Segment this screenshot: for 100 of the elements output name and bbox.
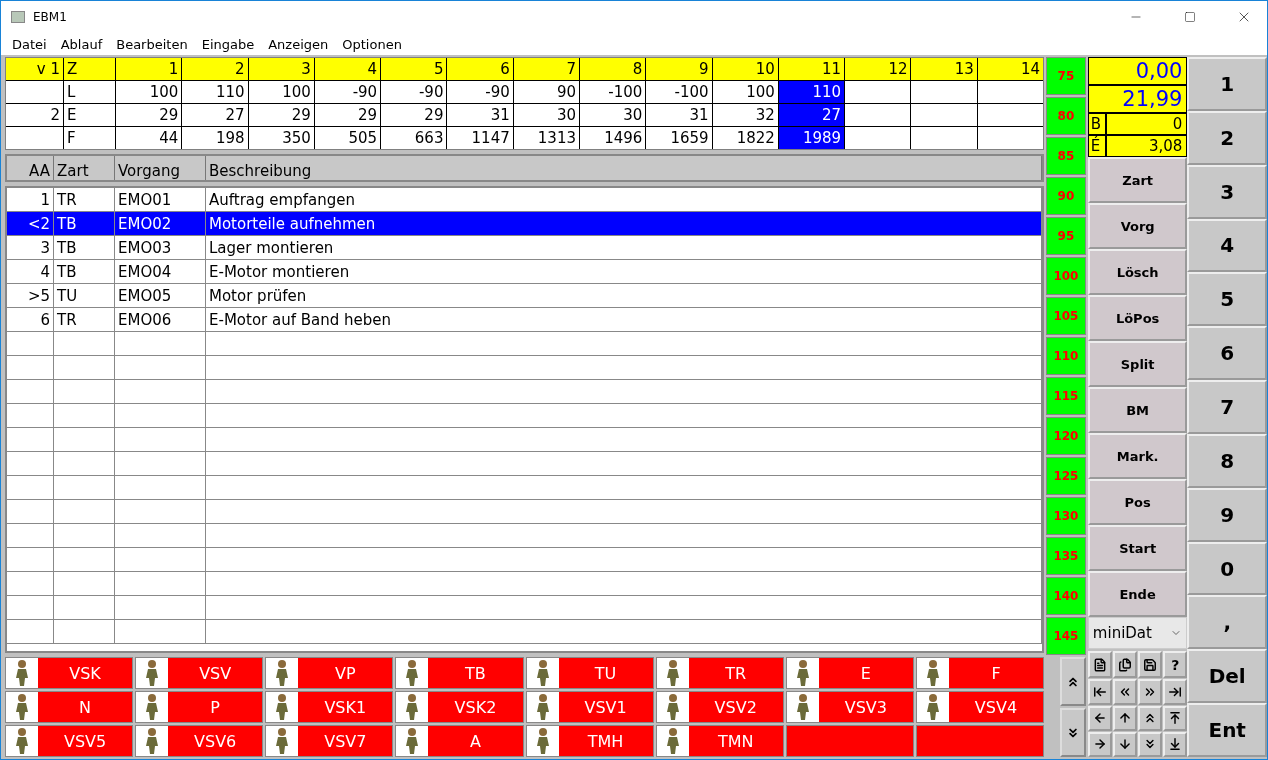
tool-button[interactable]: VSV [135, 657, 264, 689]
tool-button[interactable]: F [915, 657, 1045, 689]
menu-item[interactable]: Optionen [342, 36, 402, 52]
tool-button[interactable]: TU [525, 657, 654, 689]
grid-cell: 31 [447, 104, 513, 126]
tool-button[interactable]: VSK2 [395, 691, 524, 723]
grid-header-cell: 14 [977, 58, 1044, 80]
column-header[interactable]: Zart [54, 156, 115, 180]
arrow-right-button[interactable] [1087, 731, 1112, 757]
total-readout: 0,00 [1087, 57, 1188, 85]
menu-item[interactable]: Ablauf [60, 36, 103, 52]
action-button[interactable]: Lösch [1087, 249, 1188, 295]
list-row[interactable]: >5 TU EMO05 Motor prüfen [7, 284, 1043, 308]
menu-item[interactable]: Bearbeiten [116, 36, 188, 52]
double-up-button[interactable] [1138, 705, 1163, 731]
arrow-down-button[interactable] [1113, 731, 1138, 757]
action-button[interactable]: Split [1087, 341, 1188, 387]
keypad-button[interactable]: Del [1187, 649, 1267, 704]
action-button[interactable]: Pos [1087, 479, 1188, 525]
list-row[interactable]: 4 TB EMO04 E-Motor montieren [7, 260, 1043, 284]
tool-button[interactable]: VSV4 [915, 691, 1045, 723]
tool-button[interactable]: VSK1 [265, 691, 394, 723]
keypad-button[interactable]: Ent [1187, 703, 1267, 757]
grid-cell: 90 [513, 81, 579, 103]
list-row[interactable]: <2 TB EMO02 Motorteile aufnehmen [7, 212, 1043, 236]
table-cell: Auftrag empfangen [206, 188, 1043, 211]
tool-button[interactable]: VSK [5, 657, 134, 689]
keypad-button[interactable]: , [1187, 595, 1267, 650]
grid-cell: 29 [381, 104, 447, 126]
readout-label: É [1087, 135, 1106, 157]
keypad-button[interactable]: 1 [1187, 57, 1267, 111]
grid-cell: 1989 [778, 127, 845, 149]
tool-button[interactable]: VP [265, 657, 394, 689]
list-row[interactable]: 6 TR EMO06 E-Motor auf Band heben [7, 308, 1043, 332]
tool-button[interactable]: N [5, 691, 134, 723]
grid-cell: -90 [447, 81, 513, 103]
action-button[interactable]: Zart [1087, 157, 1188, 203]
tool-button[interactable]: VSV5 [5, 725, 134, 757]
menu-item[interactable]: Datei [12, 36, 47, 52]
menu-item[interactable]: Anzeigen [268, 36, 329, 52]
tool-button[interactable]: TB [395, 657, 524, 689]
action-button[interactable]: Ende [1087, 571, 1188, 617]
table-cell: 3 [7, 236, 54, 259]
keypad-button[interactable]: 5 [1187, 272, 1267, 327]
keypad-button[interactable]: 2 [1187, 110, 1267, 165]
copy-icon [1118, 657, 1133, 672]
double-down-button[interactable] [1138, 731, 1163, 757]
table-cell: TR [54, 308, 115, 331]
first-button[interactable] [1087, 679, 1112, 705]
keypad-button[interactable]: 4 [1187, 218, 1267, 273]
fast-back-button[interactable] [1113, 679, 1138, 705]
action-button[interactable]: Vorg [1087, 203, 1188, 249]
column-header[interactable]: Vorgang [115, 156, 206, 180]
tool-button[interactable]: VSV2 [655, 691, 784, 723]
column-header[interactable]: AA [7, 156, 54, 180]
scale-cell: 105 [1046, 297, 1086, 335]
action-button[interactable]: Start [1087, 525, 1188, 571]
scale-cell: 115 [1046, 377, 1086, 415]
tool-button[interactable]: VSV1 [525, 691, 654, 723]
action-button[interactable]: Mark. [1087, 433, 1188, 479]
table-cell: EMO04 [115, 260, 206, 283]
tool-button[interactable]: VSV7 [265, 725, 394, 757]
arrow-up-button[interactable] [1113, 705, 1138, 731]
top-button[interactable] [1163, 705, 1188, 731]
action-button[interactable]: BM [1087, 387, 1188, 433]
tool-button[interactable]: TMH [525, 725, 654, 757]
last-button[interactable] [1163, 679, 1188, 705]
column-header[interactable]: Beschreibung [206, 156, 1043, 180]
tool-button[interactable]: P [135, 691, 264, 723]
dropdown[interactable]: miniDat [1087, 617, 1188, 649]
copy-button[interactable] [1113, 651, 1138, 679]
tool-button[interactable]: VSV6 [135, 725, 264, 757]
scroll-up-button[interactable] [1060, 657, 1086, 706]
arrow-left-button[interactable] [1087, 705, 1112, 731]
grid-cell [6, 81, 63, 103]
document-button[interactable] [1087, 651, 1112, 679]
help-button[interactable]: ? [1163, 651, 1188, 679]
save-button[interactable] [1138, 651, 1163, 679]
keypad-button[interactable]: 0 [1187, 541, 1267, 596]
keypad-button[interactable]: 6 [1187, 326, 1267, 381]
tool-button[interactable]: E [785, 657, 914, 689]
fast-forward-button[interactable] [1138, 679, 1163, 705]
readout-label: B [1087, 113, 1106, 135]
tool-button[interactable]: VSV3 [785, 691, 914, 723]
list-row[interactable]: 1 TR EMO01 Auftrag empfangen [7, 188, 1043, 212]
scroll-down-button[interactable] [1060, 708, 1086, 757]
grid-cell: 30 [580, 104, 646, 126]
scale-cell: 145 [1046, 617, 1086, 655]
keypad-button[interactable]: 7 [1187, 380, 1267, 434]
keypad-button[interactable]: 3 [1187, 164, 1267, 219]
keypad-button[interactable]: 9 [1187, 487, 1267, 542]
action-button[interactable]: LöPos [1087, 295, 1188, 341]
menu-item[interactable]: Eingabe [201, 36, 255, 52]
keypad-button[interactable]: 8 [1187, 433, 1267, 488]
bottom-button[interactable] [1163, 731, 1188, 757]
tool-button[interactable]: TMN [655, 725, 784, 757]
grid-cell: 44 [116, 127, 182, 149]
tool-button[interactable]: TR [655, 657, 784, 689]
tool-button[interactable]: A [395, 725, 524, 757]
list-row[interactable]: 3 TB EMO03 Lager montieren [7, 236, 1043, 260]
